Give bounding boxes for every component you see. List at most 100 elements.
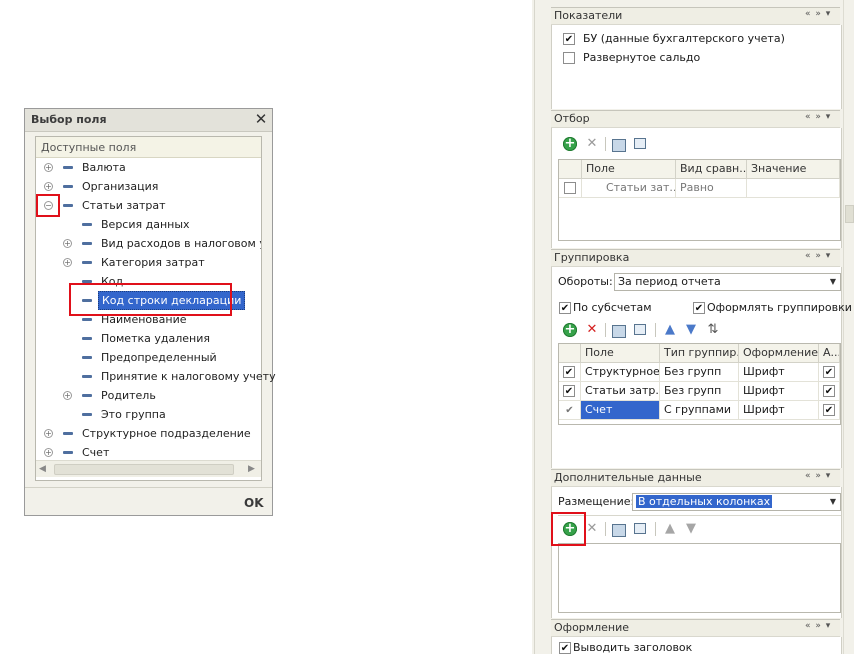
row-checkbox-a[interactable] [823, 385, 835, 397]
expand-icon[interactable]: + [44, 429, 53, 438]
delete-icon[interactable]: ✕ [584, 521, 600, 537]
table-cell-field[interactable]: Статьи затр... [581, 382, 660, 401]
tree-item-strukturnoe-podrazdelenie[interactable]: + Структурное подразделение [36, 424, 261, 443]
tree-item-kategoriya-zatrat[interactable]: + Категория затрат [36, 253, 261, 272]
sort-icon[interactable]: ⇅ [705, 322, 721, 338]
chevron-down-icon[interactable]: ▼ [827, 275, 839, 289]
panel-scroll-thumb[interactable] [845, 205, 854, 223]
column-header-pole[interactable]: Поле [581, 344, 660, 363]
table-cell-compare[interactable]: Равно [676, 179, 747, 198]
close-icon[interactable]: ✕ [253, 111, 269, 127]
panel-vertical-scrollbar[interactable] [843, 0, 854, 654]
oboroty-select[interactable]: За период отчета ▼ [614, 273, 841, 291]
tree-item-label: Вид расходов в налоговом учете [101, 237, 261, 250]
section-controls-icon[interactable]: « » ▾ [805, 621, 831, 631]
section-controls-icon[interactable]: « » ▾ [805, 251, 831, 261]
column-header-a[interactable]: А... [819, 344, 840, 363]
tree-item-valuta[interactable]: + Валюта [36, 158, 261, 177]
column-header-vid-sravneniya[interactable]: Вид сравн... [676, 160, 747, 179]
section-otbor-header[interactable]: Отбор « » ▾ [551, 110, 840, 128]
uncheck-all-icon[interactable] [634, 523, 646, 534]
table-row-check-cell[interactable] [559, 179, 582, 198]
table-row-check-cell[interactable] [559, 363, 581, 382]
tree-item-roditel[interactable]: + Родитель [36, 386, 261, 405]
chevron-down-icon[interactable]: ▼ [827, 495, 839, 509]
row-checkbox[interactable] [563, 385, 575, 397]
tree-item-predopredelennyy[interactable]: Предопределенный [36, 348, 261, 367]
section-oformlenie-header[interactable]: Оформление « » ▾ [551, 619, 840, 637]
column-header-pole[interactable]: Поле [582, 160, 676, 179]
checkbox-po-subschetam[interactable] [559, 302, 571, 314]
tree-item-label: Принятие к налоговому учету [101, 370, 276, 383]
table-cell-value[interactable] [747, 179, 840, 198]
razmeshchenie-select[interactable]: В отдельных колонках ▼ [632, 493, 841, 511]
expand-icon[interactable]: + [44, 182, 53, 191]
expand-icon[interactable]: + [44, 448, 53, 457]
check-all-icon[interactable] [612, 325, 626, 338]
row-check-mark-icon[interactable]: ✔ [565, 405, 573, 416]
table-row-check-cell[interactable] [559, 382, 581, 401]
horizontal-scrollbar[interactable]: ◀ ▶ [36, 460, 261, 477]
section-dop-dannye-header[interactable]: Дополнительные данные « » ▾ [551, 469, 840, 487]
check-all-icon[interactable] [612, 524, 626, 537]
delete-icon[interactable]: ✕ [584, 136, 600, 152]
column-header-znachenie[interactable]: Значение [747, 160, 840, 179]
scroll-right-icon[interactable]: ▶ [248, 464, 255, 474]
scroll-left-icon[interactable]: ◀ [39, 464, 46, 474]
section-controls-icon[interactable]: « » ▾ [805, 112, 831, 122]
expand-icon[interactable]: + [63, 239, 72, 248]
table-row-a-cell[interactable] [819, 401, 840, 420]
tree-item-prinyatie-k-nalogovomu-uchetu[interactable]: Принятие к налоговому учету [36, 367, 276, 386]
table-cell-field[interactable]: Статьи зат... [582, 179, 676, 198]
move-up-icon[interactable]: ▲ [662, 521, 678, 537]
row-checkbox-a[interactable] [823, 366, 835, 378]
table-row-a-cell[interactable] [819, 363, 840, 382]
checkbox-razvernutoe-saldo[interactable] [563, 52, 575, 64]
table-row-check-cell[interactable]: ✔ [559, 401, 581, 420]
expand-icon[interactable]: + [63, 391, 72, 400]
table-row-a-cell[interactable] [819, 382, 840, 401]
tree-item-pometka-udaleniya[interactable]: Пометка удаления [36, 329, 261, 348]
move-down-icon[interactable]: ▼ [683, 322, 699, 338]
expand-icon[interactable]: + [44, 163, 53, 172]
section-controls-icon[interactable]: « » ▾ [805, 9, 831, 19]
table-cell-type[interactable]: Без групп [660, 382, 739, 401]
table-cell-field[interactable]: Счет [581, 401, 660, 420]
tree-item-versiya-dannyh[interactable]: Версия данных [36, 215, 261, 234]
check-all-icon[interactable] [612, 139, 626, 152]
table-cell-format[interactable]: Шрифт [739, 382, 819, 401]
tree-item-eto-gruppa[interactable]: Это группа [36, 405, 261, 424]
row-checkbox[interactable] [563, 366, 575, 378]
add-icon[interactable]: + [563, 323, 577, 337]
column-header-tip-gruppirovki[interactable]: Тип группир... [660, 344, 739, 363]
move-down-icon[interactable]: ▼ [683, 521, 699, 537]
uncheck-all-icon[interactable] [634, 324, 646, 335]
move-up-icon[interactable]: ▲ [662, 322, 678, 338]
delete-icon[interactable]: ✕ [584, 322, 600, 338]
tree-item-organizatsiya[interactable]: + Организация [36, 177, 261, 196]
scroll-thumb[interactable] [54, 464, 234, 475]
table-cell-type[interactable]: Без групп [660, 363, 739, 382]
column-header-check [559, 344, 581, 363]
table-cell-field[interactable]: Структурное... [581, 363, 660, 382]
ok-button[interactable]: OK [244, 496, 264, 510]
section-gruppirovka-header[interactable]: Группировка « » ▾ [551, 249, 840, 267]
table-cell-format[interactable]: Шрифт [739, 363, 819, 382]
uncheck-all-icon[interactable] [634, 138, 646, 149]
oboroty-value: За период отчета [618, 275, 721, 288]
expand-icon[interactable]: + [63, 258, 72, 267]
checkbox-bu[interactable] [563, 33, 575, 45]
table-cell-type[interactable]: С группами [660, 401, 739, 420]
checkbox-oformlyat-gruppirovki[interactable] [693, 302, 705, 314]
section-pokazateli-header[interactable]: Показатели « » ▾ [551, 7, 840, 25]
section-controls-icon[interactable]: « » ▾ [805, 471, 831, 481]
row-checkbox-a[interactable] [823, 404, 835, 416]
column-header-oformlenie[interactable]: Оформление [739, 344, 819, 363]
tree-item-stati-zatrat[interactable]: − Статьи затрат [36, 196, 261, 215]
dop-dannye-table[interactable] [558, 543, 841, 613]
add-icon[interactable]: + [563, 137, 577, 151]
table-cell-format[interactable]: Шрифт [739, 401, 819, 420]
checkbox-vyvodit-zagolovok[interactable] [559, 642, 571, 654]
tree-item-vid-rashodov[interactable]: + Вид расходов в налоговом учете [36, 234, 261, 253]
row-checkbox[interactable] [564, 182, 576, 194]
